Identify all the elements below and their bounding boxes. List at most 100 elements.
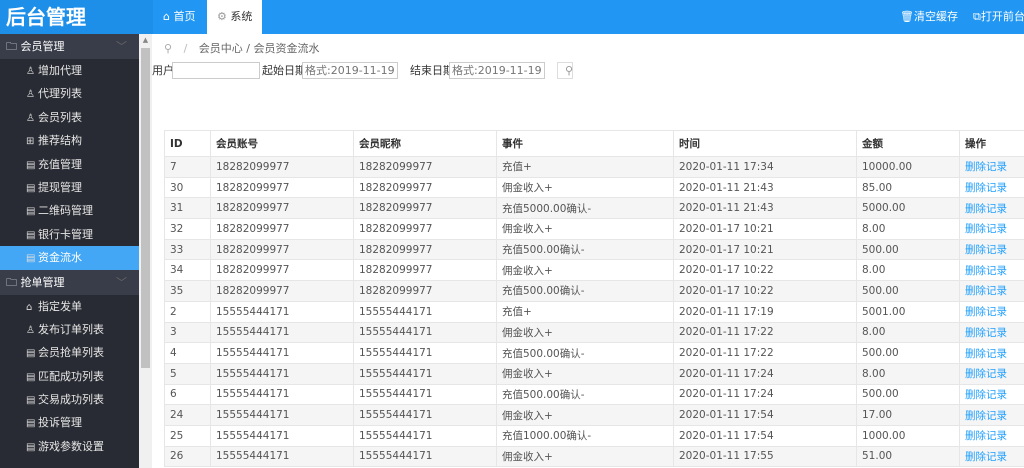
file-icon: ▤ — [26, 441, 36, 453]
delete-record-link[interactable]: 删除记录 — [965, 389, 1007, 401]
table-row: 2 15555444171 15555444171 充值+ 2020-01-11 17:… — [164, 300, 1024, 323]
user-input[interactable] — [172, 62, 260, 79]
sidebar-item-label: 资金流水 — [38, 251, 82, 265]
sidebar-scrollbar[interactable]: ▲ — [139, 34, 152, 468]
table-cell: 充值+ — [496, 156, 674, 178]
delete-record-link[interactable]: 删除记录 — [965, 223, 1007, 235]
tab-system[interactable]: ⚙ 系统 — [207, 0, 263, 34]
table-row: 26 15555444171 15555444171 佣金收入+ 2020-01-11 … — [164, 445, 1024, 468]
sidebar-item[interactable]: ▤ 匹配成功列表 — [0, 365, 139, 388]
breadcrumb-path[interactable]: 会员中心 / 会员资金流水 — [199, 42, 320, 55]
end-date-input[interactable] — [449, 62, 545, 79]
sidebar-item[interactable]: ▤ 银行卡管理 — [0, 223, 139, 246]
table-cell: 8.00 — [856, 259, 960, 282]
sidebar-item[interactable]: ⌂ 指定发单 — [0, 295, 139, 318]
sidebar-item-label: 提现管理 — [38, 180, 82, 194]
sidebar-item-label: 指定发单 — [38, 299, 82, 313]
delete-record-link[interactable]: 删除记录 — [965, 203, 1007, 215]
column-header: 会员账号 — [210, 130, 354, 157]
table-cell: 2020-01-11 17:54 — [673, 404, 857, 426]
clear-cache-button[interactable]: 🗑清空缓存 — [900, 0, 958, 34]
table-cell: 15555444171 — [210, 362, 354, 385]
delete-record-link[interactable]: 删除记录 — [965, 451, 1007, 463]
table-cell: 32 — [164, 218, 211, 240]
sidebar-item[interactable]: ♙ 会员列表 — [0, 106, 139, 129]
file-icon: ▤ — [26, 206, 36, 218]
table-cell: 500.00 — [856, 342, 960, 364]
table-cell: 8.00 — [856, 321, 960, 344]
table-cell: 充值1000.00确认- — [496, 424, 674, 447]
group-label: 抢单管理 — [20, 275, 65, 289]
start-date-label: 起始日期 — [262, 64, 306, 77]
table-cell: 5000.00 — [856, 197, 960, 220]
sidebar-item-label: 会员抢单列表 — [38, 346, 104, 360]
folder-icon: 🗀 — [6, 275, 21, 289]
file-icon: ▤ — [26, 182, 36, 194]
delete-record-link[interactable]: 删除记录 — [965, 285, 1007, 297]
delete-record-link[interactable]: 删除记录 — [965, 182, 1007, 194]
search-icon: ⚲ — [565, 64, 574, 77]
delete-record-link[interactable]: 删除记录 — [965, 430, 1007, 442]
sidebar-group-1[interactable]: 🗀 抢单管理 ﹀ — [0, 269, 139, 295]
table-cell: 18282099977 — [210, 259, 354, 282]
scrollbar-thumb[interactable] — [141, 48, 150, 368]
breadcrumb: ⚲ / 会员中心 / 会员资金流水 — [164, 40, 319, 56]
table-cell: 佣金收入+ — [496, 362, 674, 385]
table-row: 32 18282099977 18282099977 佣金收入+ 2020-01-17 … — [164, 218, 1024, 240]
sidebar-item[interactable]: ♙ 发布订单列表 — [0, 318, 139, 341]
tab-home[interactable]: ⌂ 首页 — [153, 0, 205, 34]
scroll-up-icon[interactable]: ▲ — [139, 34, 152, 46]
table-cell: 佣金收入+ — [496, 404, 674, 426]
table-cell: 15555444171 — [353, 424, 497, 447]
table-cell: 18282099977 — [210, 176, 354, 199]
table-cell: 充值500.00确认- — [496, 238, 674, 261]
user-label: 用户 — [152, 64, 174, 77]
sidebar-item[interactable]: ♙ 增加代理 — [0, 59, 139, 82]
sidebar-item-label: 二维码管理 — [38, 204, 93, 218]
table-cell: 删除记录 — [959, 404, 1024, 426]
table-cell: 充值5000.00确认- — [496, 197, 674, 220]
sidebar-item[interactable]: ▤ 资金流水 — [0, 246, 139, 270]
table-cell: 删除记录 — [959, 238, 1024, 261]
table-cell: 2020-01-11 17:22 — [673, 321, 857, 344]
delete-record-link[interactable]: 删除记录 — [965, 244, 1007, 256]
delete-record-link[interactable]: 删除记录 — [965, 265, 1007, 277]
delete-record-link[interactable]: 删除记录 — [965, 306, 1007, 318]
delete-record-link[interactable]: 删除记录 — [965, 368, 1007, 380]
table-row: 33 18282099977 18282099977 充值500.00确认- 2020-… — [164, 238, 1024, 261]
delete-record-link[interactable]: 删除记录 — [965, 348, 1007, 360]
start-date-input[interactable] — [302, 62, 398, 79]
sidebar-group-0[interactable]: 🗀 会员管理 ﹀ — [0, 34, 139, 59]
sidebar-item[interactable]: ▤ 二维码管理 — [0, 199, 139, 222]
clear-cache-label: 清空缓存 — [913, 10, 958, 23]
delete-record-link[interactable]: 删除记录 — [965, 327, 1007, 339]
delete-record-link[interactable]: 删除记录 — [965, 161, 1007, 173]
table-cell: 2020-01-11 17:24 — [673, 362, 857, 385]
sidebar-item[interactable]: ▤ 交易成功列表 — [0, 388, 139, 411]
table-cell: 17.00 — [856, 404, 960, 426]
table-cell: 31 — [164, 197, 211, 220]
delete-record-link[interactable]: 删除记录 — [965, 410, 1007, 422]
table-cell: 删除记录 — [959, 218, 1024, 240]
table-cell: 18282099977 — [353, 238, 497, 261]
table-cell: 2 — [164, 300, 211, 323]
sidebar-item[interactable]: ♙ 代理列表 — [0, 82, 139, 105]
table-cell: 26 — [164, 445, 211, 468]
open-front-button[interactable]: ⧉打开前台 — [973, 0, 1024, 34]
table-row: 6 15555444171 15555444171 充值500.00确认- 2020-0… — [164, 383, 1024, 406]
file-icon: ▤ — [26, 395, 36, 407]
search-button[interactable]: ⚲ — [557, 62, 573, 79]
sidebar-item-label: 会员列表 — [38, 110, 82, 124]
chevron-down-icon: ﹀ — [116, 40, 127, 53]
sidebar-item[interactable]: ▤ 投诉管理 — [0, 411, 139, 434]
table-cell: 15555444171 — [210, 342, 354, 364]
sidebar-item[interactable]: ▤ 会员抢单列表 — [0, 341, 139, 364]
sidebar-item[interactable]: ▤ 充值管理 — [0, 153, 139, 176]
table-row: 35 18282099977 18282099977 充值500.00确认- 2020-… — [164, 280, 1024, 302]
table-cell: 18282099977 — [353, 280, 497, 302]
sidebar-item[interactable]: ▤ 游戏参数设置 — [0, 435, 139, 458]
sidebar-item[interactable]: ⊞ 推荐结构 — [0, 129, 139, 152]
table-cell: 33 — [164, 238, 211, 261]
sidebar-item[interactable]: ▤ 提现管理 — [0, 176, 139, 199]
table-cell: 5001.00 — [856, 300, 960, 323]
